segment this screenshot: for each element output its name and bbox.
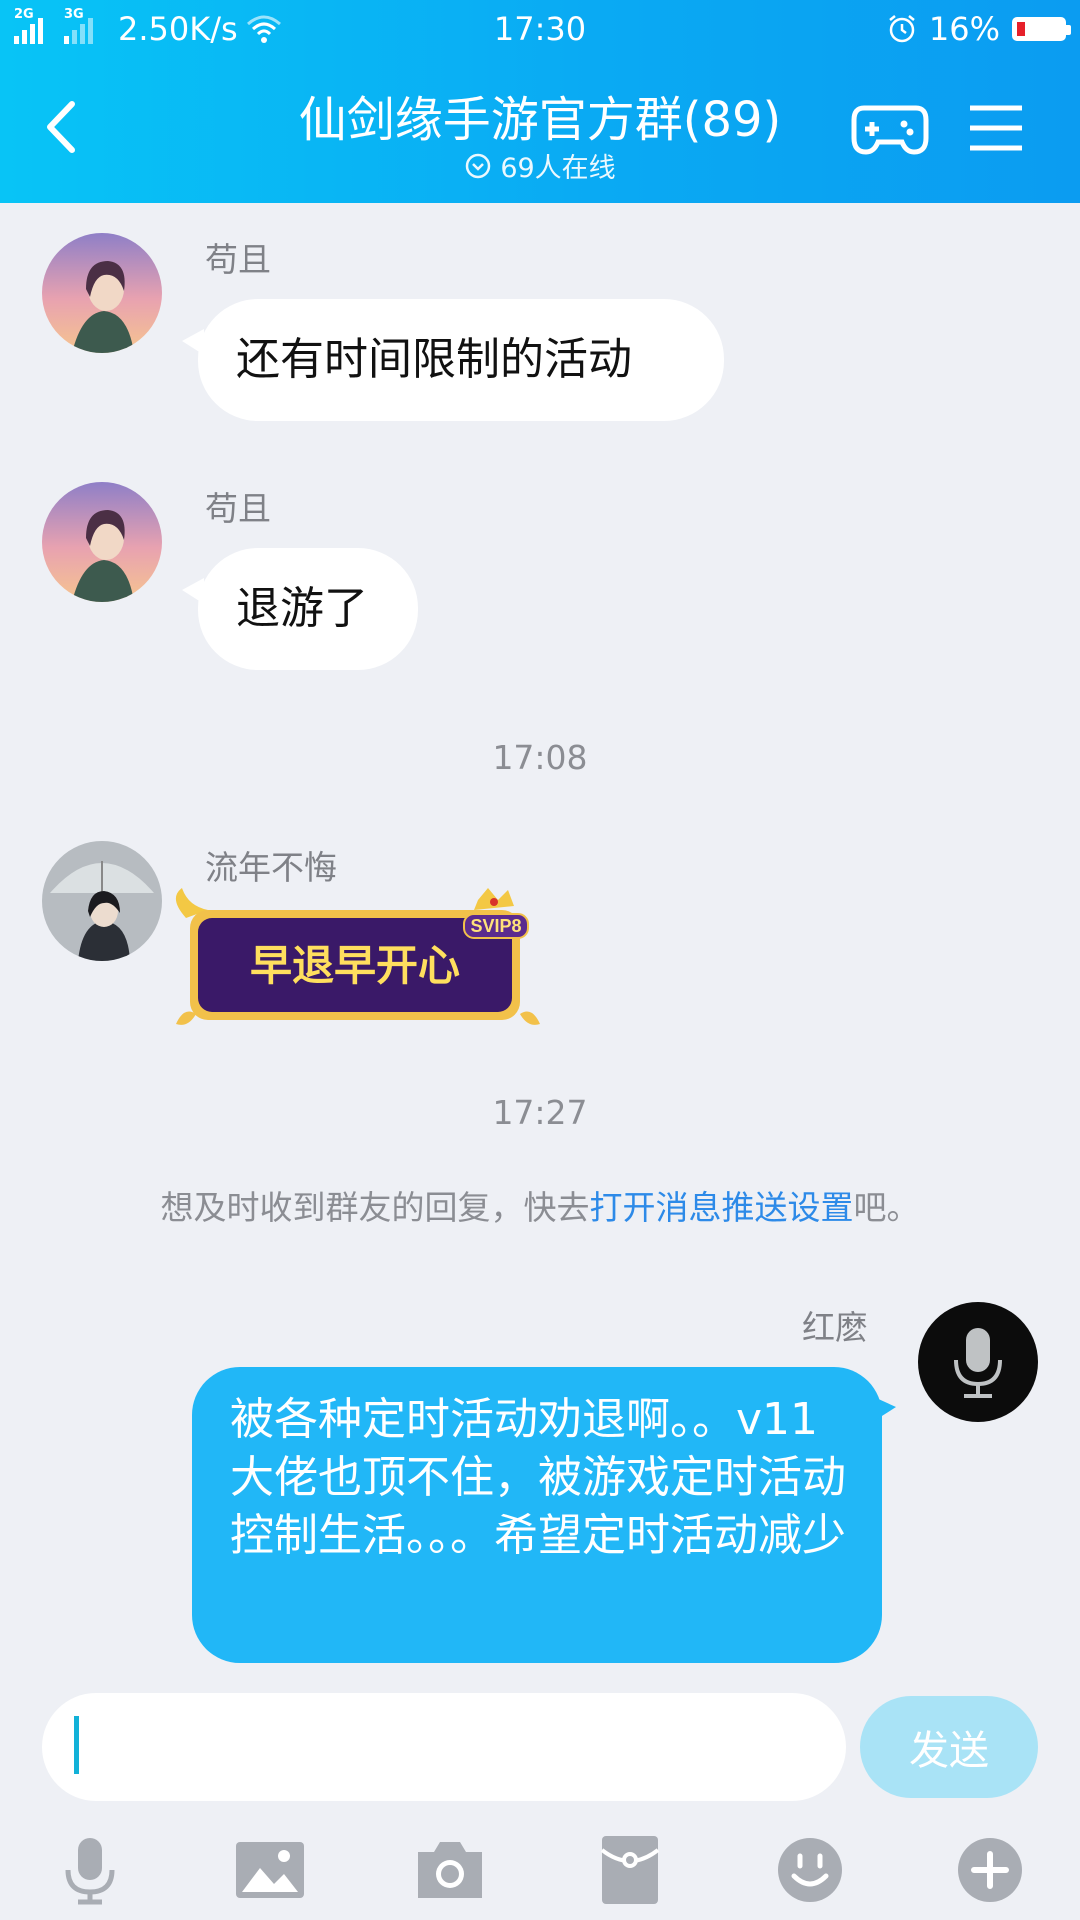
notice-text: 想及时收到群友的回复，快去	[160, 1188, 590, 1227]
battery-percent: 16%	[928, 10, 1000, 48]
chat-area[interactable]: 苟且 还有时间限制的活动 苟且 退游了 17:08 流年不悔 SVIP8 早退早…	[0, 203, 1080, 1666]
timestamp: 17:08	[492, 738, 588, 777]
input-bar: 发送	[0, 1666, 1080, 1920]
sender-name[interactable]: 苟且	[205, 233, 271, 281]
chevron-circle-icon	[466, 153, 491, 178]
avatar[interactable]	[42, 482, 162, 602]
plus-icon[interactable]	[954, 1834, 1026, 1906]
message-bubble[interactable]: 退游了	[182, 548, 418, 670]
message-bubble-self[interactable]: 被各种定时活动劝退啊。。v11大佬也顶不住，被游戏定时活动控制生活。。。希望定时…	[192, 1367, 896, 1663]
gamepad-icon[interactable]	[850, 98, 930, 158]
avatar[interactable]	[42, 841, 162, 961]
red-packet-icon[interactable]	[594, 1834, 666, 1906]
text-cursor	[74, 1716, 79, 1774]
timestamp: 17:27	[492, 1093, 588, 1132]
microphone-icon[interactable]	[54, 1834, 126, 1906]
alarm-icon	[889, 15, 915, 43]
push-settings-notice: 想及时收到群友的回复，快去打开消息推送设置吧。	[0, 1181, 1080, 1229]
avatar[interactable]	[42, 233, 162, 353]
input-toolbar	[0, 1826, 1080, 1916]
image-icon[interactable]	[234, 1834, 306, 1906]
notice-text: 吧。	[853, 1188, 920, 1227]
svip-sticker[interactable]: SVIP8 早退早开心	[168, 888, 548, 1038]
sender-name[interactable]: 流年不悔	[205, 841, 337, 889]
message-input[interactable]	[42, 1693, 846, 1801]
message-bubble[interactable]: 还有时间限制的活动	[182, 299, 724, 421]
camera-icon[interactable]	[414, 1834, 486, 1906]
sender-name[interactable]: 苟且	[205, 482, 271, 530]
online-count-label: 69人在线	[500, 153, 616, 184]
avatar[interactable]	[918, 1302, 1038, 1422]
send-button[interactable]: 发送	[860, 1696, 1038, 1798]
emoji-icon[interactable]	[774, 1834, 846, 1906]
menu-icon[interactable]	[968, 104, 1024, 152]
sticker-text: 早退早开心	[250, 941, 460, 990]
status-bar: 2G 3G 2.50K/s 17:30 16%	[0, 0, 1080, 56]
header: 2G 3G 2.50K/s 17:30 16% 仙剑缘手游官方群(89) 69人…	[0, 0, 1080, 203]
sender-name[interactable]: 红麽	[802, 1301, 868, 1349]
push-settings-link[interactable]: 打开消息推送设置	[590, 1188, 854, 1227]
battery-icon	[1012, 17, 1071, 41]
svip-badge: SVIP8	[470, 916, 521, 936]
